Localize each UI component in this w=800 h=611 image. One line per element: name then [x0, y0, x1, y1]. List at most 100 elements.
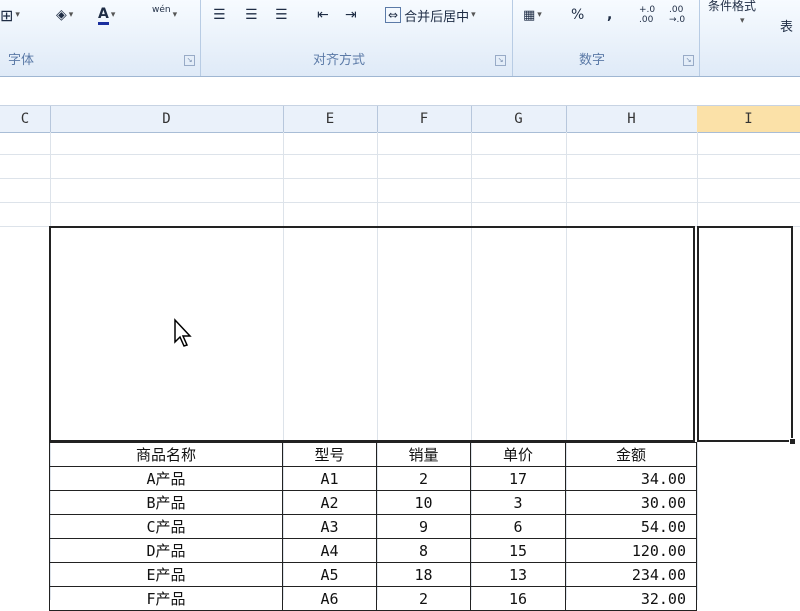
cell-amount[interactable]: 34.00: [565, 466, 697, 491]
accounting-format-button[interactable]: ▦ ▾: [523, 4, 542, 26]
decrease-decimal-icon: .00 →.0: [669, 5, 686, 25]
chevron-down-icon[interactable]: ▾: [471, 10, 476, 20]
cell-unit-price[interactable]: 13: [470, 562, 566, 587]
comma-button[interactable]: ,: [607, 4, 612, 26]
align-left-button[interactable]: ☰: [213, 4, 226, 26]
cell-model[interactable]: A6: [282, 586, 377, 611]
table-format-label[interactable]: 表: [780, 16, 793, 35]
styles-group: 条件格式 ▾ 表: [700, 0, 800, 76]
column-header-i[interactable]: I: [697, 106, 800, 132]
merge-center-label: 合并后居中: [404, 9, 470, 25]
cell-model[interactable]: A4: [282, 538, 377, 563]
phonetic-icon: wén: [152, 5, 171, 15]
cell-product-name[interactable]: B产品: [49, 490, 283, 515]
increase-decimal-button[interactable]: +.0 .00: [639, 4, 661, 26]
cell-product-name[interactable]: F产品: [49, 586, 283, 611]
accounting-format-icon: ▦: [523, 7, 536, 23]
percent-label: %: [571, 7, 585, 23]
cell-sales-qty[interactable]: 2: [376, 466, 471, 491]
cell-model[interactable]: A1: [282, 466, 377, 491]
cell-product-name[interactable]: D产品: [49, 538, 283, 563]
align-right-button[interactable]: ☰: [275, 4, 288, 26]
percent-button[interactable]: %: [571, 4, 584, 26]
ribbon: ⊞ ▾ ◈ ▾ A ▾ wén ▾ 字体 ↘ ☰ ☰ ☰ ⇤ ⇥ ⇔ 合并后居中 ▾ 对齐方…: [0, 0, 800, 77]
chevron-down-icon[interactable]: ▾: [111, 10, 116, 20]
font-group-label: 字体: [8, 53, 35, 68]
chevron-down-icon[interactable]: ▾: [537, 10, 542, 20]
decrease-indent-icon: ⇤: [317, 7, 329, 23]
cell-product-name[interactable]: A产品: [49, 466, 283, 491]
increase-indent-button[interactable]: ⇥: [345, 4, 357, 26]
table-row: B产品 A2 10 3 30.00: [49, 490, 697, 515]
cell-unit-price[interactable]: 6: [470, 514, 566, 539]
cell-sales-qty[interactable]: 2: [376, 586, 471, 611]
header-amount[interactable]: 金额: [565, 442, 697, 467]
merge-center-button[interactable]: ⇔ 合并后居中 ▾: [385, 4, 476, 26]
column-header-h[interactable]: H: [566, 106, 698, 132]
cell-amount[interactable]: 54.00: [565, 514, 697, 539]
dialog-launcher-icon[interactable]: ↘: [184, 55, 195, 66]
cell-model[interactable]: A3: [282, 514, 377, 539]
alignment-group-label: 对齐方式: [313, 53, 366, 68]
formula-bar[interactable]: [0, 77, 800, 106]
fill-handle[interactable]: [789, 438, 796, 445]
header-sales-qty[interactable]: 销量: [376, 442, 471, 467]
cell-sales-qty[interactable]: 9: [376, 514, 471, 539]
cell-amount[interactable]: 30.00: [565, 490, 697, 515]
phonetic-button[interactable]: wén ▾: [152, 4, 177, 26]
selected-cell[interactable]: [697, 226, 796, 445]
mouse-pointer-icon: [174, 318, 192, 347]
cell-model[interactable]: A2: [282, 490, 377, 515]
cell-sales-qty[interactable]: 10: [376, 490, 471, 515]
chevron-down-icon[interactable]: ▾: [173, 10, 178, 20]
column-header-g[interactable]: G: [471, 106, 567, 132]
table-row: F产品 A6 2 16 32.00: [49, 586, 697, 611]
cell-unit-price[interactable]: 15: [470, 538, 566, 563]
paint-bucket-icon: ◈: [56, 7, 67, 23]
chevron-down-icon[interactable]: ▾: [740, 16, 745, 26]
table-row: E产品 A5 18 13 234.00: [49, 562, 697, 587]
column-header-f[interactable]: F: [377, 106, 472, 132]
cell-sales-qty[interactable]: 8: [376, 538, 471, 563]
cell-amount[interactable]: 234.00: [565, 562, 697, 587]
table-row: A产品 A1 2 17 34.00: [49, 466, 697, 491]
cell-amount[interactable]: 120.00: [565, 538, 697, 563]
decrease-indent-button[interactable]: ⇤: [317, 4, 329, 26]
number-group-label: 数字: [579, 53, 606, 68]
conditional-format-button[interactable]: 条件格式: [708, 0, 756, 16]
border-button[interactable]: ⊞ ▾: [0, 4, 20, 26]
cell-amount[interactable]: 32.00: [565, 586, 697, 611]
cell-unit-price[interactable]: 3: [470, 490, 566, 515]
align-center-icon: ☰: [245, 7, 258, 23]
product-table: 商品名称 型号 销量 单价 金额 A产品 A1 2 17 34.00 B产品 A…: [49, 442, 697, 611]
column-header-d[interactable]: D: [50, 106, 284, 132]
dialog-launcher-icon[interactable]: ↘: [683, 55, 694, 66]
dialog-launcher-icon[interactable]: ↘: [495, 55, 506, 66]
align-center-button[interactable]: ☰: [245, 4, 258, 26]
merged-cell-block[interactable]: [49, 226, 695, 442]
number-group: ▦ ▾ % , +.0 .00 .00 →.0 数字 ↘: [513, 0, 700, 76]
column-header-row: C D E F G H I: [0, 106, 800, 133]
column-header-c[interactable]: C: [0, 106, 51, 132]
font-color-button[interactable]: A ▾: [98, 4, 115, 26]
decrease-decimal-button[interactable]: .00 →.0: [669, 4, 691, 26]
align-right-icon: ☰: [275, 7, 288, 23]
cell-unit-price[interactable]: 16: [470, 586, 566, 611]
chevron-down-icon[interactable]: ▾: [15, 10, 20, 20]
align-left-icon: ☰: [213, 7, 226, 23]
chevron-down-icon[interactable]: ▾: [69, 10, 74, 20]
cell-model[interactable]: A5: [282, 562, 377, 587]
fill-color-button[interactable]: ◈ ▾: [56, 4, 73, 26]
column-header-e[interactable]: E: [283, 106, 378, 132]
header-product-name[interactable]: 商品名称: [49, 442, 283, 467]
border-icon: ⊞: [0, 5, 14, 25]
cell-product-name[interactable]: C产品: [49, 514, 283, 539]
cell-unit-price[interactable]: 17: [470, 466, 566, 491]
cell-sales-qty[interactable]: 18: [376, 562, 471, 587]
header-model[interactable]: 型号: [282, 442, 377, 467]
cell-product-name[interactable]: E产品: [49, 562, 283, 587]
header-unit-price[interactable]: 单价: [470, 442, 566, 467]
table-header-row: 商品名称 型号 销量 单价 金额: [49, 442, 697, 467]
comma-label: ,: [607, 7, 613, 23]
table-row: D产品 A4 8 15 120.00: [49, 538, 697, 563]
